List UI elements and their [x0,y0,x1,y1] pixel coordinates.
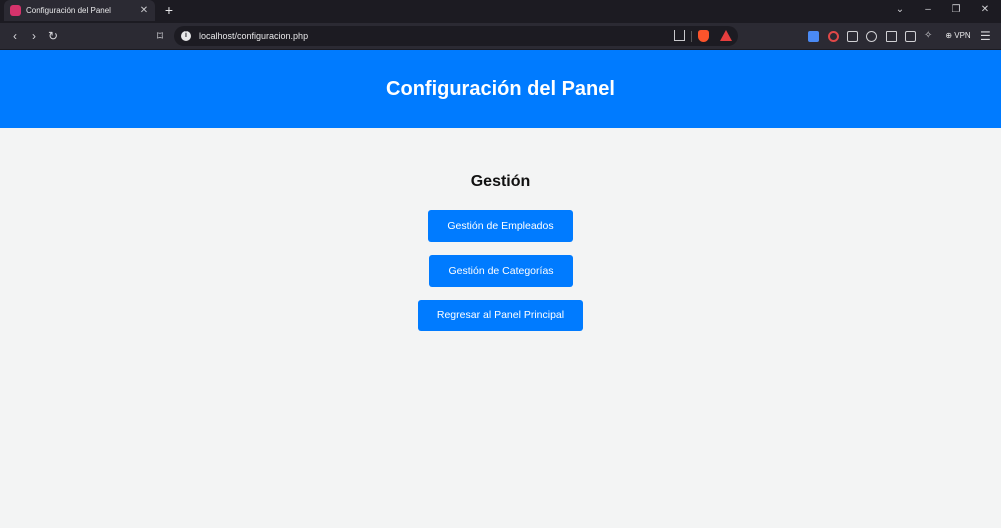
browser-toolbar: ‹ › ↻ ⌑ i localhost/configuracion.php ✧ … [0,23,1001,50]
main-content: Gestión Gestión de Empleados Gestión de … [0,128,1001,528]
address-bar[interactable]: i localhost/configuracion.php [174,26,738,46]
restore-window-button[interactable]: ❐ [950,4,962,16]
url-text[interactable]: localhost/configuracion.php [199,31,308,41]
back-button[interactable]: ‹ [9,29,21,43]
vpn-button[interactable]: ⊕ VPN [942,28,974,44]
page-title: Configuración del Panel [386,77,615,100]
tab-strip: Configuración del Panel ✕ + ⌄ – ❐ ✕ [0,0,1001,23]
record-icon[interactable] [828,31,839,42]
back-to-panel-button[interactable]: Regresar al Panel Principal [418,300,583,331]
favicon-icon [10,5,21,16]
leo-icon[interactable]: ✧ [924,30,935,41]
minimize-window-button[interactable]: – [922,4,934,16]
brave-rewards-icon[interactable] [720,30,732,41]
share-icon[interactable] [674,30,685,41]
browser-tab[interactable]: Configuración del Panel ✕ [4,0,155,21]
translate-icon[interactable] [808,31,819,42]
brave-shields-icon[interactable] [698,30,709,42]
employees-button[interactable]: Gestión de Empleados [428,210,573,242]
tab-list-dropdown-icon[interactable]: ⌄ [894,4,906,16]
page-header: Configuración del Panel [0,50,1001,128]
sidebar-icon[interactable] [886,31,897,42]
wallet-icon[interactable] [905,31,916,42]
tab-close-icon[interactable]: ✕ [137,5,151,16]
extensions-icon[interactable] [847,31,858,42]
close-window-button[interactable]: ✕ [979,4,991,16]
tab-title: Configuración del Panel [26,6,111,15]
info-icon[interactable]: i [181,31,191,41]
categories-button[interactable]: Gestión de Categorías [429,255,573,287]
reload-button[interactable]: ↻ [47,29,59,43]
bookmark-icon[interactable]: ⌑ [154,29,166,43]
menu-icon[interactable]: ☰ [980,29,991,43]
section-title: Gestión [470,173,531,190]
forward-button[interactable]: › [28,29,40,43]
spiral-icon[interactable] [866,31,877,42]
new-tab-button[interactable]: + [163,3,175,17]
url-separator [691,31,692,42]
